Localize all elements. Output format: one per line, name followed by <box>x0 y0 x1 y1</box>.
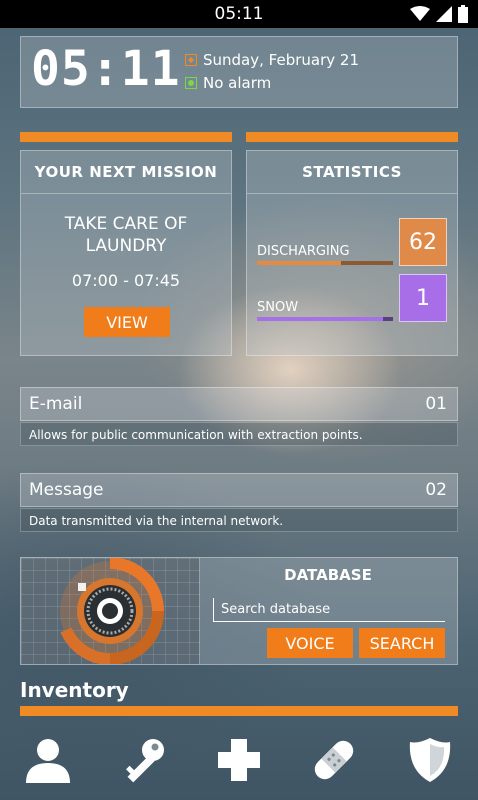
key-icon[interactable] <box>115 732 171 788</box>
view-button[interactable]: VIEW <box>84 307 170 337</box>
bandage-icon[interactable] <box>306 732 362 788</box>
big-clock: 05:11 <box>31 41 181 97</box>
alarm-line[interactable]: No alarm <box>185 74 271 92</box>
statistics-header: STATISTICS <box>247 151 457 194</box>
database-panel: DATABASE Search database VOICE SEARCH <box>20 557 458 665</box>
alarm-text: No alarm <box>203 74 272 92</box>
search-database-input[interactable]: Search database <box>213 598 445 622</box>
search-button[interactable]: SEARCH <box>359 628 445 658</box>
email-number: 01 <box>425 394 447 414</box>
stat-value-snow: 1 <box>399 274 447 322</box>
inventory-accent-bar <box>20 706 458 716</box>
date-diamond-icon <box>185 54 197 66</box>
mission-title: TAKE CARE OF LAUNDRY <box>64 214 188 256</box>
stat-fill-snow <box>257 317 384 321</box>
clock-panel: 05:11 Sunday, February 21 No alarm <box>20 36 458 108</box>
alarm-dot-icon <box>185 77 197 89</box>
stat-label-snow: SNOW <box>257 300 299 315</box>
message-number: 02 <box>425 480 447 500</box>
database-title: DATABASE <box>284 566 372 584</box>
mission-time: 07:00 - 07:45 <box>71 271 181 290</box>
signal-icon <box>436 6 452 26</box>
email-description: Allows for public communication with ext… <box>20 422 458 446</box>
email-row[interactable]: E-mail 01 <box>20 387 458 421</box>
message-row[interactable]: Message 02 <box>20 473 458 507</box>
stat-value-discharging: 62 <box>399 218 447 266</box>
battery-icon <box>458 5 468 27</box>
mission-card: YOUR NEXT MISSION TAKE CARE OF LAUNDRY 0… <box>20 150 232 356</box>
mission-accent-bar <box>20 132 232 142</box>
message-description: Data transmitted via the internal networ… <box>20 508 458 532</box>
date-text: Sunday, February 21 <box>203 51 359 69</box>
voice-button[interactable]: VOICE <box>267 628 353 658</box>
stat-track-snow <box>257 317 393 321</box>
shield-icon[interactable] <box>402 732 458 788</box>
stat-label-discharging: DISCHARGING <box>257 244 350 259</box>
wifi-icon <box>410 6 430 26</box>
mission-header: YOUR NEXT MISSION <box>21 151 231 194</box>
status-time: 05:11 <box>214 4 264 24</box>
statistics-card: STATISTICS DISCHARGING 62 SNOW 1 <box>246 150 458 356</box>
inventory-title: Inventory <box>20 678 129 702</box>
database-graphic <box>21 557 200 665</box>
stat-track-discharging <box>257 261 393 265</box>
email-title: E-mail <box>29 394 83 414</box>
cross-icon[interactable] <box>211 732 267 788</box>
target-emblem-icon <box>60 557 164 665</box>
stat-fill-discharging <box>257 261 342 265</box>
message-title: Message <box>29 480 104 500</box>
inventory-nav <box>0 720 478 800</box>
status-bar: 05:11 <box>0 0 478 28</box>
person-icon[interactable] <box>20 732 76 788</box>
date-line: Sunday, February 21 <box>185 51 359 69</box>
stats-accent-bar <box>246 132 458 142</box>
